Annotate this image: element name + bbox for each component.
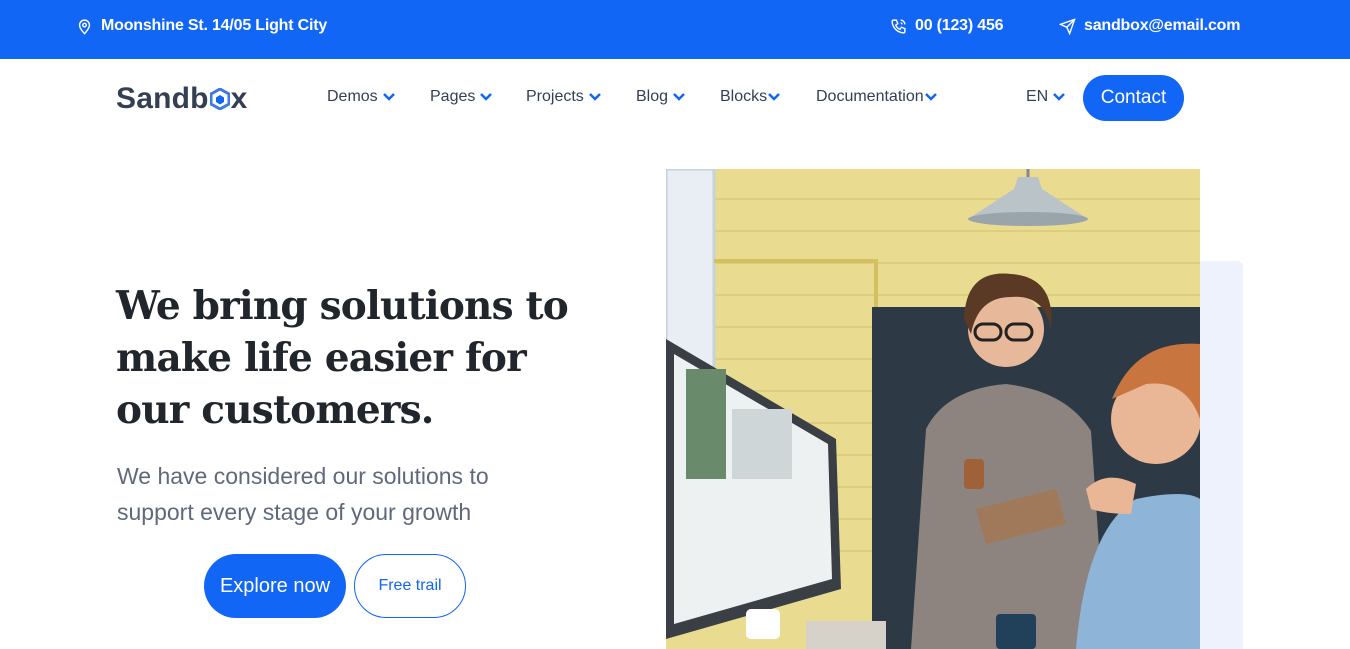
hero-subtitle: We have considered our solutions to supp… bbox=[117, 458, 537, 530]
logo-text-suffix: x bbox=[230, 82, 248, 115]
nav-documentation[interactable]: Documentation bbox=[816, 88, 938, 106]
chevron-down-icon bbox=[480, 93, 493, 101]
nav-blog[interactable]: Blog bbox=[636, 88, 686, 106]
language-label: EN bbox=[1026, 88, 1049, 105]
nav-documentation-label: Documentation bbox=[816, 88, 924, 105]
office-scene-illustration bbox=[666, 169, 1200, 649]
hero-title-line2: make life easier for bbox=[116, 335, 527, 381]
hexagon-logo-icon bbox=[209, 88, 230, 110]
contact-button[interactable]: Contact bbox=[1083, 75, 1184, 121]
address-info: Moonshine St. 14/05 Light City bbox=[76, 17, 327, 35]
email-link[interactable]: sandbox@email.com bbox=[1059, 17, 1240, 35]
address-text: Moonshine St. 14/05 Light City bbox=[101, 17, 328, 34]
nav-demos[interactable]: Demos bbox=[327, 88, 396, 106]
chevron-down-icon bbox=[588, 93, 601, 101]
nav-pages-label: Pages bbox=[430, 88, 476, 105]
hero-subtitle-line1: We have considered our solutions to bbox=[117, 463, 489, 489]
nav-pages[interactable]: Pages bbox=[430, 88, 493, 106]
chevron-down-icon bbox=[924, 93, 937, 101]
hero-photo bbox=[666, 169, 1200, 649]
nav-projects-label: Projects bbox=[526, 88, 584, 105]
email-text: sandbox@email.com bbox=[1084, 17, 1241, 34]
phone-icon bbox=[891, 18, 906, 34]
hero-subtitle-line2: support every stage of your growth bbox=[117, 499, 472, 525]
nav-blog-label: Blog bbox=[636, 88, 669, 105]
language-selector[interactable]: EN bbox=[1026, 88, 1066, 106]
hero-title: We bring solutions to make life easier f… bbox=[116, 280, 586, 436]
sandbox-logo[interactable]: Sandb x bbox=[116, 81, 248, 117]
phone-text: 00 (123) 456 bbox=[915, 17, 1004, 34]
main-navbar: Sandb x Demos Pages Projects Blog Blocks… bbox=[0, 59, 1350, 139]
send-icon bbox=[1059, 17, 1076, 35]
chevron-down-icon bbox=[1053, 93, 1066, 101]
hero-title-line1: We bring solutions to bbox=[116, 283, 569, 329]
hero-title-line3: our customers. bbox=[116, 387, 434, 433]
chevron-down-icon bbox=[382, 93, 395, 101]
chevron-down-icon bbox=[673, 93, 685, 101]
free-trial-button[interactable]: Free trail bbox=[354, 554, 466, 618]
map-pin-icon bbox=[78, 18, 91, 35]
nav-blocks[interactable]: Blocks bbox=[720, 88, 781, 106]
nav-projects[interactable]: Projects bbox=[526, 88, 602, 106]
logo-text-prefix: Sandb bbox=[116, 82, 209, 115]
top-info-bar: Moonshine St. 14/05 Light City 00 (123) … bbox=[0, 0, 1350, 59]
phone-link[interactable]: 00 (123) 456 bbox=[890, 17, 1004, 35]
nav-blocks-label: Blocks bbox=[720, 88, 768, 105]
chevron-down-icon bbox=[768, 93, 781, 101]
nav-demos-label: Demos bbox=[327, 88, 378, 105]
explore-now-button[interactable]: Explore now bbox=[204, 554, 346, 618]
